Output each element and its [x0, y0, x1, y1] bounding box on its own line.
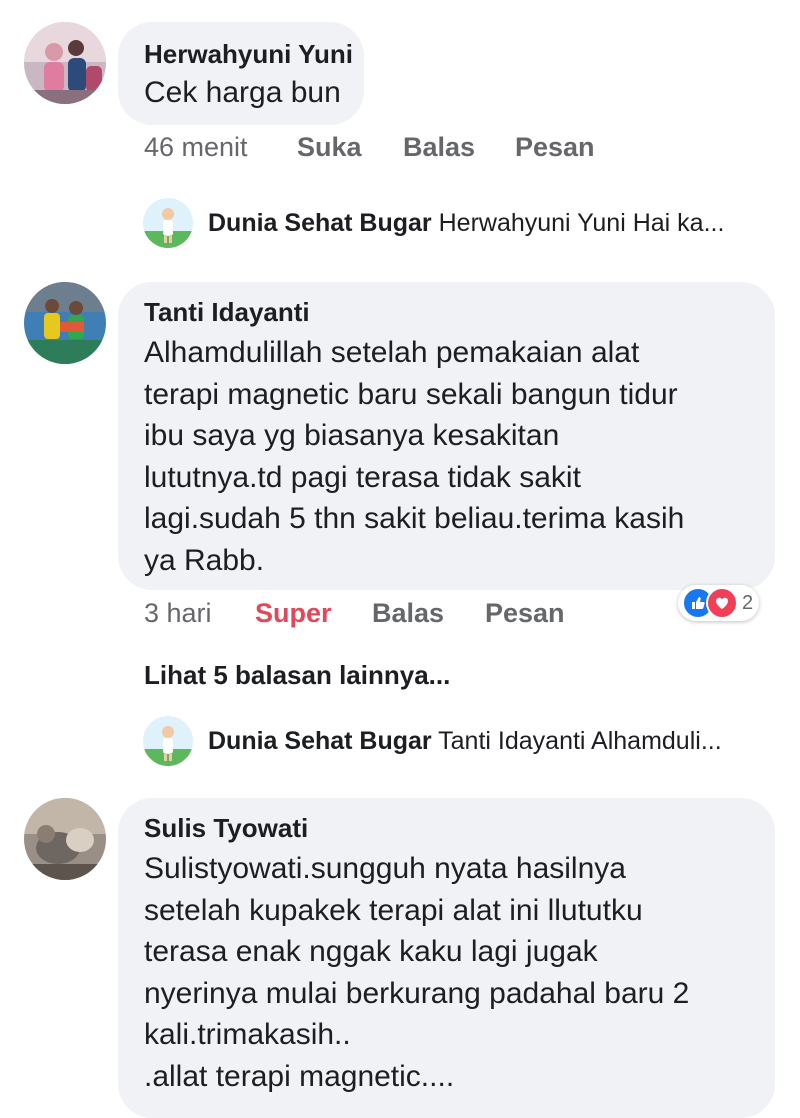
- reply-snippet: Tanti Idayanti Alhamduli...: [438, 727, 722, 755]
- comment-time: 3 hari: [144, 598, 212, 628]
- reply-button[interactable]: Balas: [372, 597, 444, 629]
- comment-author[interactable]: Tanti Idayanti: [144, 297, 775, 327]
- comment-text: Alhamdulillah setelah pemakaian alat ter…: [144, 336, 685, 577]
- avatar-herwahyuni[interactable]: [24, 22, 106, 104]
- reply-author[interactable]: Dunia Sehat Bugar: [208, 209, 432, 237]
- avatar-image: [143, 716, 193, 766]
- avatar-sulis[interactable]: [24, 798, 106, 880]
- view-more-replies-link[interactable]: Lihat 5 balasan lainnya...: [144, 660, 450, 690]
- comment-text: Cek harga bun: [144, 76, 341, 109]
- comment-actions: 3 hari Super Balas Pesan: [144, 597, 614, 629]
- comment-time: 46 menit: [144, 132, 248, 162]
- reply-author[interactable]: Dunia Sehat Bugar: [208, 727, 432, 755]
- comment-bubble[interactable]: Sulis Tyowati Sulistyowati.sungguh nyata…: [118, 798, 775, 1118]
- reaction-summary[interactable]: 2: [678, 585, 760, 621]
- reply-button[interactable]: Balas: [403, 131, 475, 163]
- avatar-image: [24, 22, 106, 104]
- reply-snippet: Herwahyuni Yuni Hai ka...: [438, 209, 725, 237]
- message-button[interactable]: Pesan: [485, 597, 565, 629]
- avatar-image: [24, 798, 106, 880]
- message-button[interactable]: Pesan: [515, 131, 595, 163]
- avatar-dunia-sehat-bugar[interactable]: [143, 198, 193, 248]
- reply-preview[interactable]: Dunia Sehat Bugar Tanti Idayanti Alhamdu…: [208, 726, 722, 756]
- comment-author[interactable]: Herwahyuni Yuni: [144, 39, 364, 69]
- love-icon: [706, 587, 738, 619]
- avatar-dunia-sehat-bugar[interactable]: [143, 716, 193, 766]
- reaction-count: 2: [742, 591, 754, 614]
- comment-bubble[interactable]: Tanti Idayanti Alhamdulillah setelah pem…: [118, 282, 775, 590]
- avatar-image: [143, 198, 193, 248]
- avatar-tanti[interactable]: [24, 282, 106, 364]
- comment-bubble[interactable]: Herwahyuni Yuni Cek harga bun: [118, 22, 364, 125]
- comment-author[interactable]: Sulis Tyowati: [144, 813, 775, 843]
- comment-text: Sulistyowati.sungguh nyata hasilnya sete…: [144, 852, 690, 1093]
- like-button[interactable]: Suka: [297, 131, 362, 163]
- reply-preview[interactable]: Dunia Sehat Bugar Herwahyuni Yuni Hai ka…: [208, 208, 724, 238]
- reaction-button[interactable]: Super: [255, 597, 332, 629]
- comment-actions: 46 menit Suka Balas Pesan: [144, 131, 614, 163]
- avatar-image: [24, 282, 106, 364]
